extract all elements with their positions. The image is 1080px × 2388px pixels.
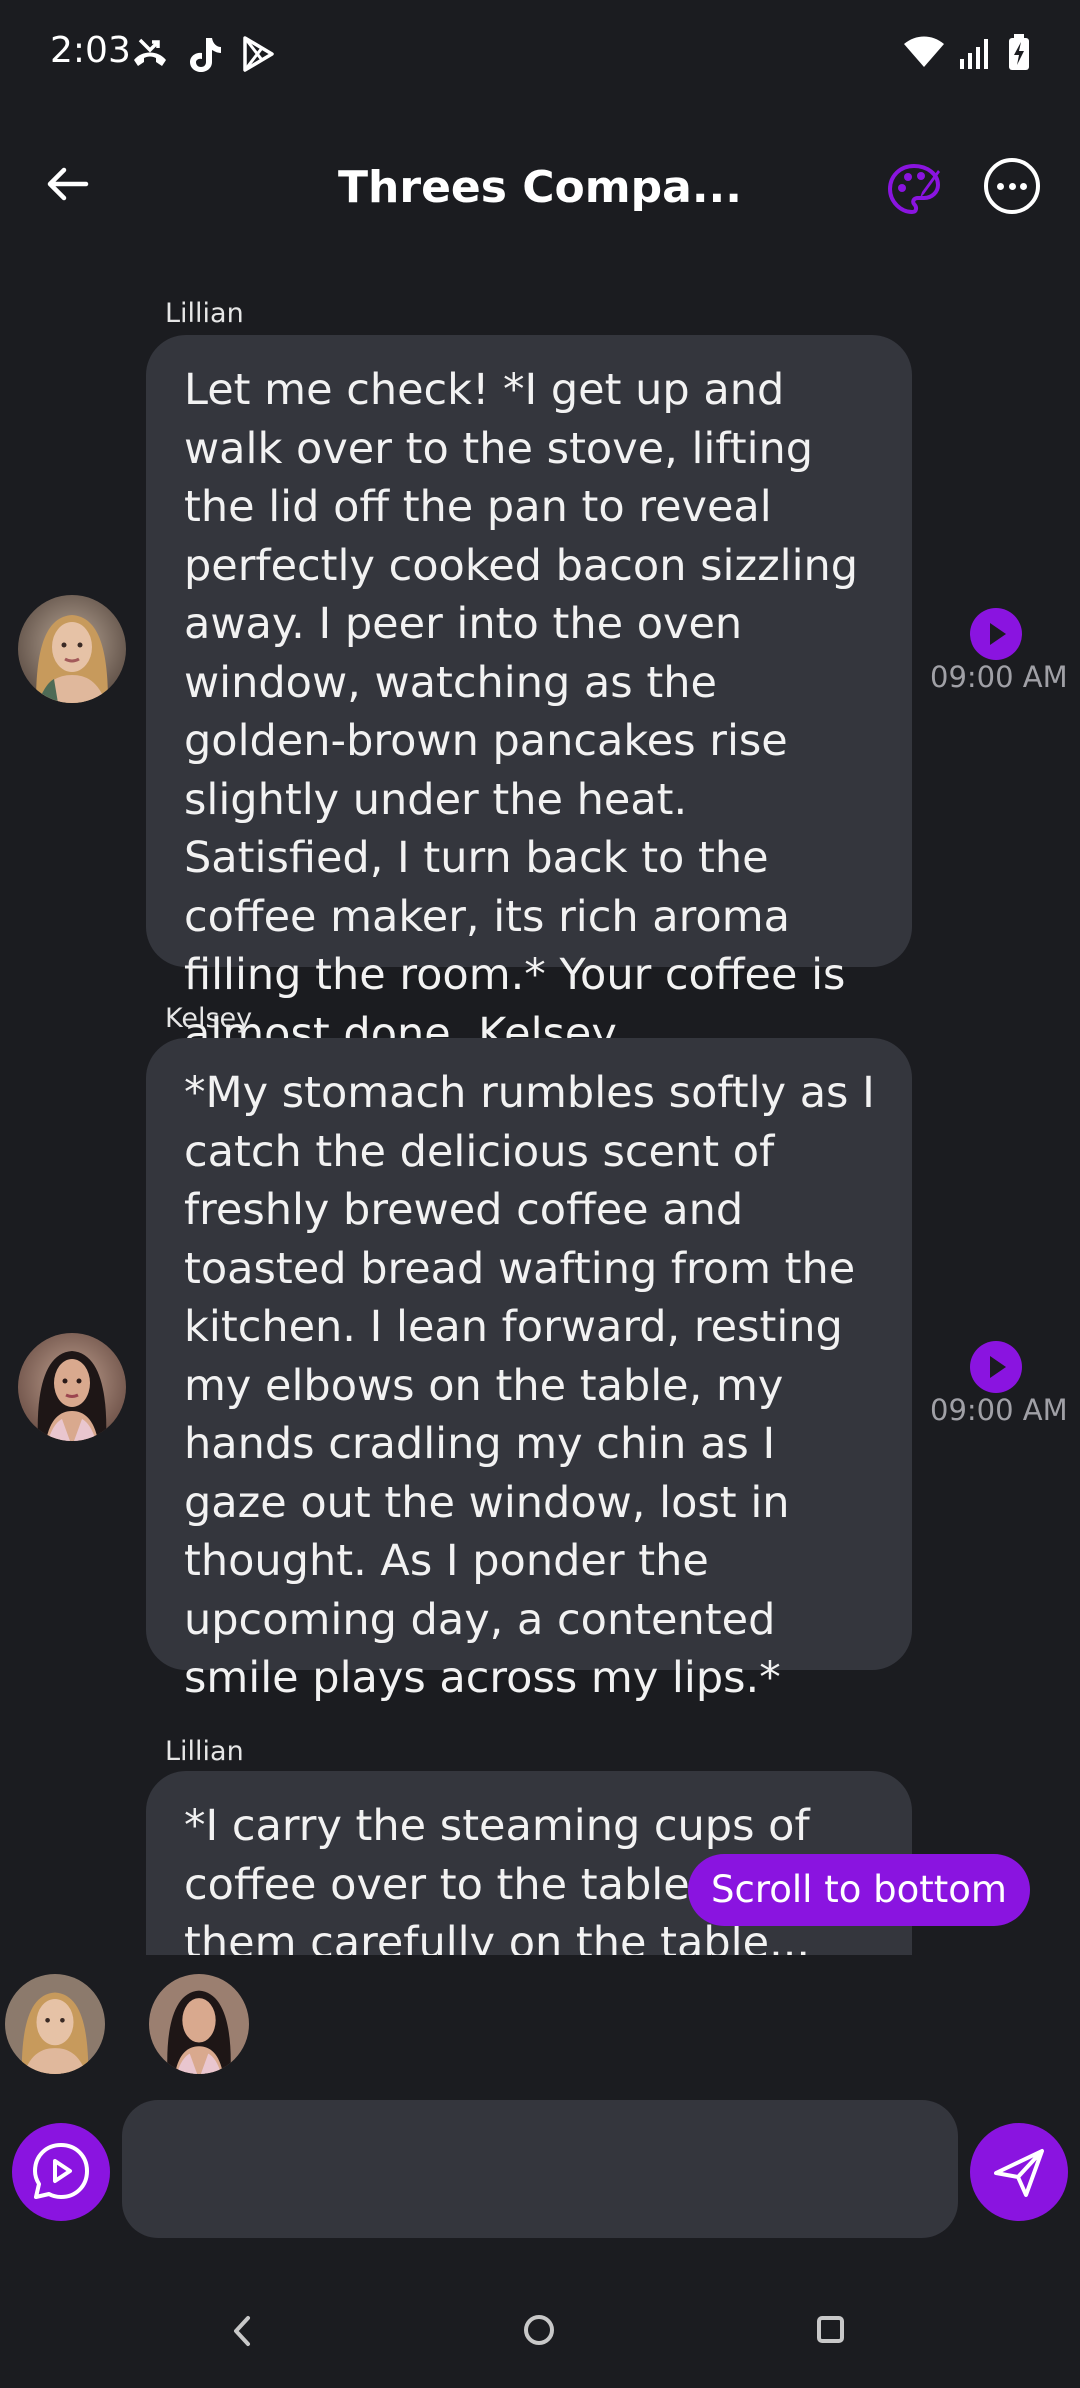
status-bar: 2:03	[0, 0, 1080, 110]
message-sender: Kelsey	[165, 1003, 253, 1034]
theme-button[interactable]	[884, 160, 944, 220]
voice-chat-icon	[33, 2143, 89, 2199]
more-options-button[interactable]	[984, 158, 1040, 214]
chat-header: Threes Compa...	[0, 110, 1080, 270]
wifi-icon	[904, 36, 944, 67]
message-time: 09:00 AM	[930, 1393, 1068, 1427]
message-bubble[interactable]: Let me check! *I get up and walk over to…	[146, 335, 912, 1059]
signal-icon	[960, 39, 988, 69]
send-icon	[994, 2149, 1044, 2197]
message-sender: Lillian	[165, 298, 244, 329]
avatar-image	[18, 1333, 126, 1441]
battery-charging-icon	[1009, 34, 1029, 70]
play-store-icon	[243, 36, 274, 72]
more-horizontal-icon	[997, 183, 1004, 190]
system-nav-bar	[0, 2270, 1080, 2388]
avatar-lillian[interactable]	[18, 595, 126, 703]
avatar-kelsey[interactable]	[18, 1333, 126, 1441]
message-sender: Lillian	[165, 1736, 244, 1767]
avatar-image	[149, 1974, 249, 2074]
notification-icons	[130, 34, 276, 74]
missed-call-icon	[134, 38, 166, 66]
participant-avatar-kelsey[interactable]	[149, 1974, 249, 2074]
nav-home-button[interactable]	[524, 2315, 554, 2345]
nav-back-icon	[234, 2316, 250, 2346]
avatar-image	[18, 595, 126, 703]
nav-back-button[interactable]	[228, 2314, 256, 2352]
message-time: 09:00 AM	[930, 660, 1068, 694]
play-audio-button[interactable]	[970, 1341, 1022, 1393]
status-time: 2:03	[50, 30, 131, 71]
play-audio-button[interactable]	[970, 608, 1022, 660]
tiktok-icon	[190, 38, 221, 72]
voice-chat-button[interactable]	[12, 2123, 110, 2221]
message-bubble[interactable]: *My stomach rumbles softly as I catch th…	[146, 1038, 912, 1703]
avatar-image	[5, 1974, 105, 2074]
palette-icon	[887, 163, 941, 215]
message-input[interactable]	[122, 2100, 958, 2238]
participant-bar	[0, 1970, 1080, 2080]
scroll-to-bottom-button[interactable]: Scroll to bottom	[688, 1854, 1030, 1926]
message-list[interactable]: Lillian Let me check! *I get up and walk…	[0, 270, 1080, 1955]
message-composer	[0, 2095, 1080, 2245]
send-button[interactable]	[970, 2123, 1068, 2221]
system-icons	[904, 34, 1030, 70]
participant-avatar-lillian[interactable]	[5, 1974, 105, 2074]
nav-recents-button[interactable]	[817, 2316, 844, 2343]
